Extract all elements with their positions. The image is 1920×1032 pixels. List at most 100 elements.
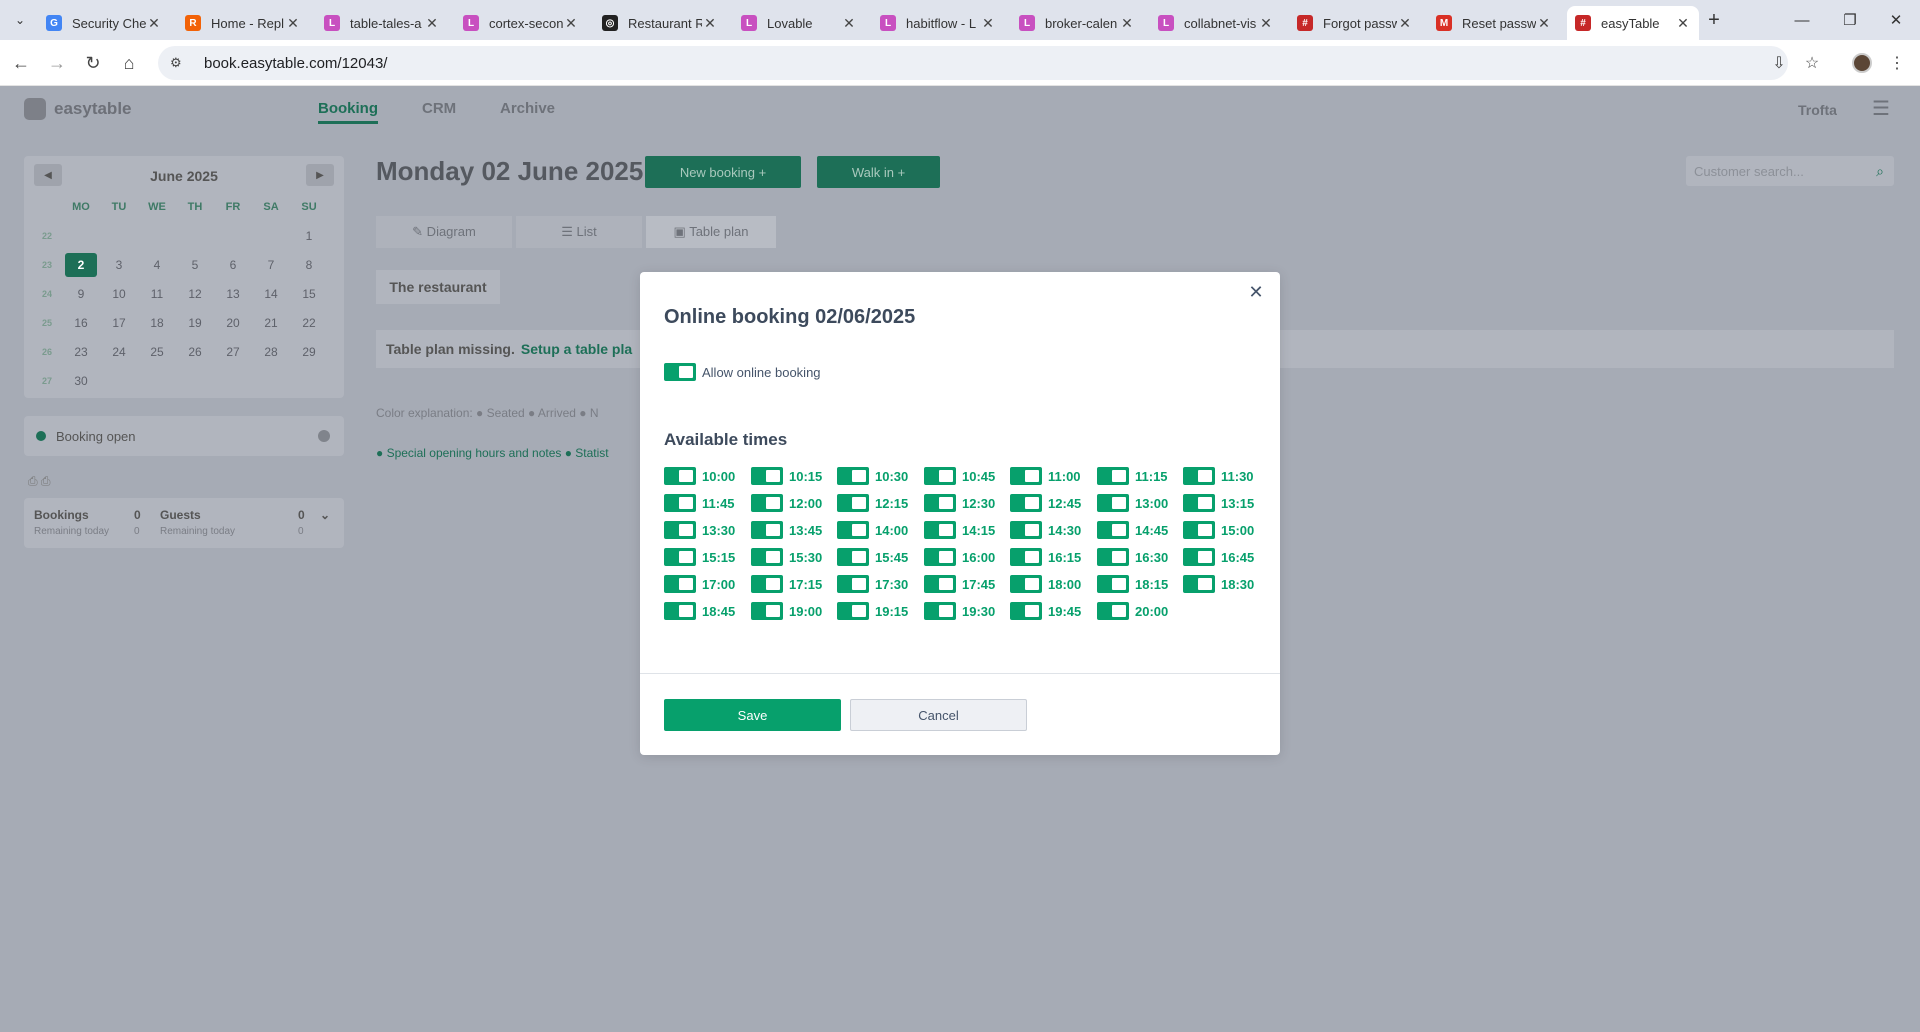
calendar-day[interactable]: 1 xyxy=(290,229,328,243)
calendar-day[interactable]: 6 xyxy=(214,258,252,272)
browser-tab[interactable]: Lhabitflow - L ✕ xyxy=(872,6,1004,40)
browser-menu-icon[interactable]: ⋮ xyxy=(1884,50,1910,76)
time-slot-toggle[interactable] xyxy=(1010,575,1042,593)
browser-tab[interactable]: G Security Che ✕ xyxy=(38,6,170,40)
calendar-day[interactable]: 19 xyxy=(176,316,214,330)
settings-icon[interactable] xyxy=(318,430,330,442)
time-slot-toggle[interactable] xyxy=(751,521,783,539)
time-slot-toggle[interactable] xyxy=(1097,494,1129,512)
calendar-day[interactable]: 9 xyxy=(62,287,100,301)
browser-tab[interactable]: # Forgot passw ✕ xyxy=(1289,6,1421,40)
tab-close-icon[interactable]: ✕ xyxy=(1119,15,1135,32)
time-slot-toggle[interactable] xyxy=(1097,521,1129,539)
calendar-day[interactable]: 14 xyxy=(252,287,290,301)
calendar-day[interactable]: 12 xyxy=(176,287,214,301)
time-slot-toggle[interactable] xyxy=(751,467,783,485)
allow-online-booking-toggle[interactable] xyxy=(664,363,696,381)
time-slot-toggle[interactable] xyxy=(751,575,783,593)
browser-tab[interactable]: Lbroker-calen ✕ xyxy=(1011,6,1143,40)
time-slot-toggle[interactable] xyxy=(664,521,696,539)
profile-avatar[interactable] xyxy=(1849,50,1875,76)
selected-day[interactable]: 2 xyxy=(65,252,97,277)
back-icon[interactable]: ← xyxy=(8,50,34,76)
restaurant-selector[interactable]: The restaurant xyxy=(376,270,500,304)
calendar-day[interactable]: 13 xyxy=(214,287,252,301)
reload-icon[interactable]: ↻ xyxy=(80,50,106,76)
close-icon[interactable]: ✕ xyxy=(1244,280,1268,304)
easytable-logo[interactable]: easytable xyxy=(24,98,132,120)
time-slot-toggle[interactable] xyxy=(664,602,696,620)
browser-tab[interactable]: Lcortex-secon ✕ xyxy=(455,6,587,40)
calendar-day[interactable]: 17 xyxy=(100,316,138,330)
time-slot-toggle[interactable] xyxy=(924,575,956,593)
time-slot-toggle[interactable] xyxy=(1183,548,1215,566)
time-slot-toggle[interactable] xyxy=(1097,467,1129,485)
home-icon[interactable]: ⌂ xyxy=(116,50,142,76)
time-slot-toggle[interactable] xyxy=(1010,467,1042,485)
tab-close-icon[interactable]: ✕ xyxy=(1258,15,1274,32)
minimize-icon[interactable]: — xyxy=(1790,8,1814,32)
time-slot-toggle[interactable] xyxy=(837,548,869,566)
calendar-day[interactable]: 18 xyxy=(138,316,176,330)
new-booking-button[interactable]: New booking + xyxy=(645,156,801,188)
calendar-day[interactable]: 26 xyxy=(176,345,214,359)
tab-close-icon[interactable]: ✕ xyxy=(146,15,162,32)
calendar-day[interactable]: 28 xyxy=(252,345,290,359)
tab-close-icon[interactable]: ✕ xyxy=(285,15,301,32)
calendar-day[interactable]: 20 xyxy=(214,316,252,330)
nav-booking[interactable]: Booking xyxy=(318,100,378,124)
browser-tab[interactable]: # easyTable ✕ xyxy=(1567,6,1699,40)
walk-in-button[interactable]: Walk in + xyxy=(817,156,940,188)
print-icons[interactable]: ⎙ ⎙ xyxy=(28,474,51,489)
time-slot-toggle[interactable] xyxy=(1183,494,1215,512)
tab-close-icon[interactable]: ✕ xyxy=(563,15,579,32)
calendar-day[interactable]: 21 xyxy=(252,316,290,330)
site-info-icon[interactable]: ⚙ xyxy=(170,55,186,71)
time-slot-toggle[interactable] xyxy=(664,494,696,512)
time-slot-toggle[interactable] xyxy=(924,602,956,620)
calendar-day[interactable]: 11 xyxy=(138,287,176,301)
calendar-day[interactable]: 16 xyxy=(62,316,100,330)
tab-table-plan[interactable]: ▣ Table plan xyxy=(646,216,776,248)
time-slot-toggle[interactable] xyxy=(1097,548,1129,566)
time-slot-toggle[interactable] xyxy=(837,467,869,485)
calendar-day[interactable]: 3 xyxy=(100,258,138,272)
time-slot-toggle[interactable] xyxy=(751,494,783,512)
time-slot-toggle[interactable] xyxy=(751,602,783,620)
time-slot-toggle[interactable] xyxy=(924,494,956,512)
time-slot-toggle[interactable] xyxy=(664,575,696,593)
time-slot-toggle[interactable] xyxy=(1010,602,1042,620)
tab-close-icon[interactable]: ✕ xyxy=(702,15,718,32)
time-slot-toggle[interactable] xyxy=(924,467,956,485)
next-month-button[interactable]: ▶ xyxy=(306,164,334,186)
browser-tab[interactable]: R Home - Repl ✕ xyxy=(177,6,309,40)
browser-tab[interactable]: M Reset passw ✕ xyxy=(1428,6,1560,40)
calendar-day[interactable]: 23 xyxy=(62,345,100,359)
cancel-button[interactable]: Cancel xyxy=(850,699,1027,731)
browser-tab[interactable]: Lcollabnet-vis ✕ xyxy=(1150,6,1282,40)
time-slot-toggle[interactable] xyxy=(924,521,956,539)
address-bar[interactable]: ⚙ book.easytable.com/12043/ xyxy=(158,46,1788,80)
hamburger-menu-icon[interactable]: ☰ xyxy=(1872,96,1890,121)
special-hours-link[interactable]: ● Special opening hours and notes ● Stat… xyxy=(376,446,609,460)
time-slot-toggle[interactable] xyxy=(837,575,869,593)
save-button[interactable]: Save xyxy=(664,699,841,731)
time-slot-toggle[interactable] xyxy=(837,521,869,539)
calendar-day[interactable]: 25 xyxy=(138,345,176,359)
time-slot-toggle[interactable] xyxy=(751,548,783,566)
calendar-day[interactable]: 15 xyxy=(290,287,328,301)
time-slot-toggle[interactable] xyxy=(924,548,956,566)
time-slot-toggle[interactable] xyxy=(664,467,696,485)
time-slot-toggle[interactable] xyxy=(1097,575,1129,593)
close-window-icon[interactable]: ✕ xyxy=(1884,8,1908,32)
calendar-day[interactable]: 24 xyxy=(100,345,138,359)
new-tab-button[interactable]: + xyxy=(1702,8,1726,32)
time-slot-toggle[interactable] xyxy=(664,548,696,566)
calendar-day[interactable]: 5 xyxy=(176,258,214,272)
tab-close-icon[interactable]: ✕ xyxy=(980,15,996,32)
calendar-day[interactable]: 7 xyxy=(252,258,290,272)
setup-table-plan-link[interactable]: Setup a table pla xyxy=(521,341,632,357)
expand-chevron-icon[interactable]: ⌄ xyxy=(320,508,330,522)
user-name[interactable]: Trofta xyxy=(1798,102,1837,118)
time-slot-toggle[interactable] xyxy=(1183,521,1215,539)
